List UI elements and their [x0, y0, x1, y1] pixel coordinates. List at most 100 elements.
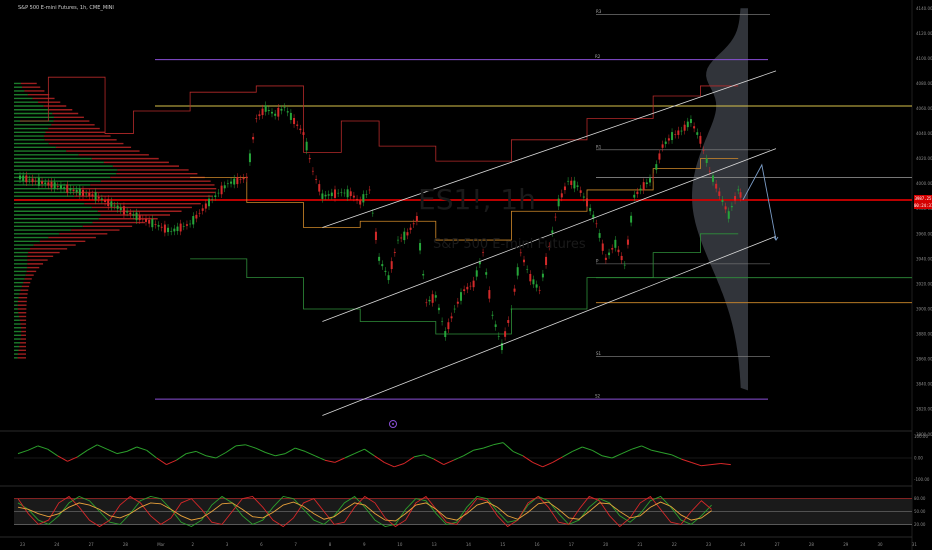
time-tick-label: 6: [260, 542, 263, 547]
candle-body: [267, 110, 270, 112]
candle-body: [686, 121, 689, 128]
candle-body: [72, 189, 75, 192]
candle-body: [689, 119, 692, 124]
candle-body: [649, 178, 651, 183]
candle-body: [349, 191, 352, 197]
candle-body: [129, 212, 132, 215]
candle-body: [529, 273, 532, 282]
candle-body: [343, 192, 346, 194]
candle-body: [507, 320, 510, 323]
candle-body: [116, 205, 119, 209]
price-tick-label: 4140.00: [916, 6, 932, 11]
time-tick-label: 27: [89, 542, 95, 547]
candle-body: [680, 130, 683, 132]
candle-body: [582, 196, 585, 198]
candle-body: [674, 134, 677, 135]
candle-body: [576, 185, 579, 187]
time-tick-label: 24: [54, 542, 60, 547]
candle-body: [82, 189, 84, 196]
candle-body: [554, 216, 557, 218]
candle-body: [523, 259, 525, 263]
candle-body: [286, 111, 289, 113]
candle-body: [226, 183, 229, 185]
candle-body: [504, 331, 507, 337]
time-tick-label: 28: [123, 542, 129, 547]
alert-icon[interactable]: [389, 420, 397, 428]
candle-body: [460, 292, 462, 301]
candle-body: [356, 198, 359, 201]
candle-body: [636, 191, 639, 195]
price-tick-label: 3900.00: [916, 306, 932, 311]
candle-body: [352, 195, 355, 198]
candle-body: [233, 178, 236, 185]
candle-body: [107, 198, 110, 207]
last-price-tag: 3987.25 00:24:31: [914, 195, 932, 209]
candle-body: [318, 184, 321, 192]
candle-body: [119, 207, 122, 211]
candle-body: [428, 299, 431, 302]
candle-body: [122, 206, 125, 215]
candle-body: [163, 224, 166, 233]
candle-body: [425, 302, 428, 304]
symbol-title[interactable]: S&P 500 E-mini Futures, 1h, CME_MINI: [18, 5, 114, 11]
candle-body: [623, 264, 626, 266]
price-tick-label: 4000.00: [916, 181, 932, 186]
candle-body: [113, 205, 116, 207]
candle-body: [176, 226, 179, 231]
candle-body: [626, 239, 629, 245]
candle-body: [334, 189, 336, 198]
pivot-label-r1: R1: [596, 144, 602, 149]
candle-body: [274, 113, 277, 116]
candle-body: [630, 215, 633, 223]
candle-body: [541, 273, 544, 278]
candle-body: [406, 232, 409, 236]
price-tick-label: 3840.00: [916, 382, 932, 387]
candle-body: [403, 231, 406, 241]
candle-body: [371, 212, 374, 214]
time-tick-label: 29: [843, 542, 849, 547]
candle-body: [261, 108, 264, 116]
candle-body: [472, 280, 475, 288]
time-tick-label: 13: [432, 542, 438, 547]
oscillator-1-axis-label: 100.00: [914, 434, 928, 439]
candle-body: [573, 180, 576, 189]
candle-body: [611, 248, 614, 250]
candle-body: [132, 214, 135, 216]
candle-body: [447, 322, 450, 330]
candle-body: [526, 269, 529, 270]
candle-body: [453, 308, 456, 310]
candle-body: [97, 196, 100, 199]
candle-body: [702, 150, 705, 151]
candle-body: [302, 132, 305, 135]
time-tick-label: 23: [20, 542, 26, 547]
candle-body: [195, 214, 198, 219]
time-tick-label: 21: [637, 542, 643, 547]
candle-body: [37, 177, 40, 186]
candle-body: [699, 135, 702, 144]
candle-body: [208, 198, 210, 207]
candle-body: [601, 243, 604, 251]
candle-body: [482, 252, 485, 253]
candle-body: [516, 267, 519, 276]
pivot-label-s1: S1: [596, 351, 602, 356]
candle-body: [595, 223, 598, 225]
candle-body: [557, 198, 560, 207]
candle-body: [586, 198, 588, 207]
candle-body: [214, 195, 217, 198]
candle-body: [708, 170, 711, 172]
candle-body: [390, 261, 393, 270]
candle-body: [437, 307, 440, 311]
candle-body: [245, 176, 248, 179]
candle-body: [305, 141, 308, 151]
candle-body: [444, 331, 447, 338]
price-tick-label: 4080.00: [916, 81, 932, 86]
candle-body: [340, 192, 343, 193]
chart-canvas[interactable]: R3R2R1PS1S24140.004120.004100.004080.004…: [0, 0, 932, 550]
candle-body: [422, 274, 425, 276]
candle-body: [620, 255, 623, 261]
candle-body: [252, 136, 255, 140]
candle-body: [563, 186, 566, 191]
price-tick-label: 3920.00: [916, 281, 932, 286]
price-tick-label: 3960.00: [916, 231, 932, 236]
candle-body: [378, 256, 381, 261]
